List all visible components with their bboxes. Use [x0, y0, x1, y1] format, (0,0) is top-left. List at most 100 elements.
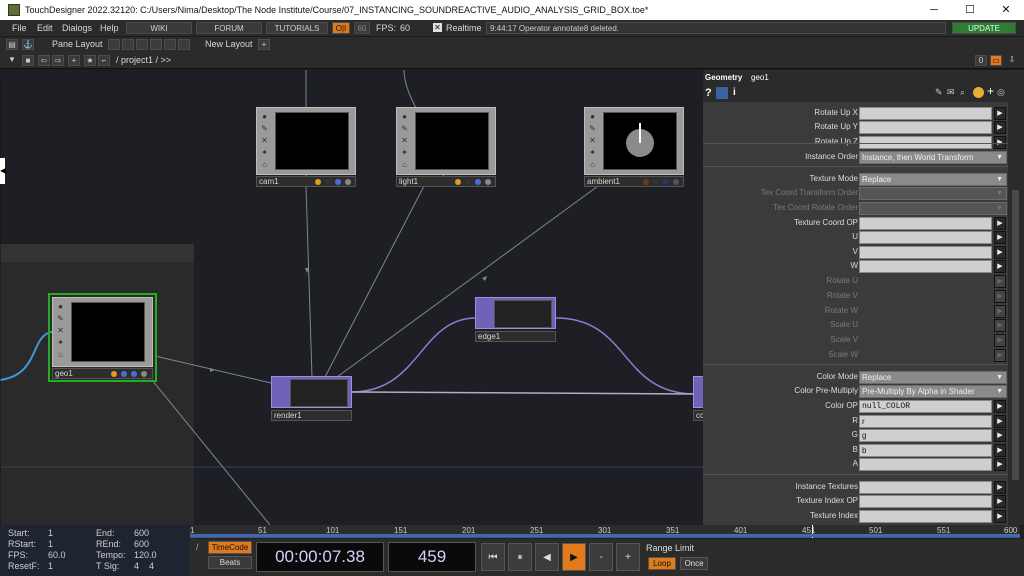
help-icon[interactable]: ?: [705, 87, 712, 99]
comp-node[interactable]: [693, 376, 703, 408]
param-arrow-icon[interactable]: ▶: [994, 121, 1006, 134]
layout-2-icon[interactable]: [122, 39, 134, 50]
clone-icon[interactable]: ✦: [588, 148, 597, 160]
param-arrow-icon[interactable]: ▶: [994, 415, 1006, 428]
flag-dot[interactable]: [345, 179, 351, 185]
fps-value[interactable]: 60.0: [48, 550, 66, 560]
new-layout-button[interactable]: +: [258, 39, 270, 50]
flag-dot[interactable]: [111, 371, 117, 377]
step-forward-button[interactable]: +: [616, 543, 640, 571]
viewer-icon[interactable]: ●: [260, 112, 269, 124]
param-field[interactable]: [859, 260, 992, 273]
geo-node[interactable]: ● ✎ ✕ ✦ ⌂: [52, 297, 153, 367]
light-label[interactable]: light1: [396, 176, 496, 187]
param-arrow-icon[interactable]: ▶: [994, 481, 1006, 494]
edit-icon[interactable]: ✎: [935, 87, 943, 98]
forward-icon[interactable]: ⇨: [52, 55, 64, 66]
flag-dot[interactable]: [475, 179, 481, 185]
tempo-value[interactable]: 120.0: [134, 550, 157, 560]
ambient-label[interactable]: ambient1: [584, 176, 684, 187]
comp-label[interactable]: co: [693, 410, 703, 421]
lock-icon[interactable]: ⌂: [588, 160, 597, 172]
param-field[interactable]: [859, 217, 992, 230]
param-arrow-icon[interactable]: ▶: [994, 400, 1006, 413]
viewer-icon[interactable]: ●: [56, 302, 65, 314]
fps-target[interactable]: 60: [354, 22, 370, 34]
add-icon[interactable]: +: [68, 55, 80, 66]
once-toggle[interactable]: Once: [680, 557, 708, 570]
geo-label[interactable]: geo1: [52, 368, 153, 379]
play-reverse-icon[interactable]: ◀: [535, 543, 559, 571]
param-menu[interactable]: Replace ▼: [859, 371, 1007, 384]
edit-icon[interactable]: ✎: [260, 124, 269, 136]
edit-icon[interactable]: ✎: [588, 124, 597, 136]
param-arrow-icon[interactable]: ▶: [994, 217, 1006, 230]
cam-label[interactable]: cam1: [256, 176, 356, 187]
back-icon[interactable]: ⇦: [38, 55, 50, 66]
viewer-icon[interactable]: ●: [400, 112, 409, 124]
param-menu[interactable]: Instance, then World Transform ▼: [859, 151, 1007, 164]
param-field[interactable]: null_COLOR: [859, 400, 992, 413]
right-scroll-strip[interactable]: [1008, 70, 1024, 525]
update-button[interactable]: UPDATE: [952, 22, 1016, 34]
edit-icon[interactable]: ✎: [400, 124, 409, 136]
render-node[interactable]: [271, 376, 352, 408]
lock-icon[interactable]: ⌂: [260, 160, 269, 172]
network-path[interactable]: / project1 / >>: [116, 55, 171, 65]
param-arrow-icon[interactable]: ▶: [994, 260, 1006, 273]
rstart-value[interactable]: 1: [48, 539, 53, 549]
timecode-display[interactable]: 00:00:07.38: [256, 542, 384, 572]
render-label[interactable]: render1: [271, 410, 352, 421]
stop-icon[interactable]: ■: [22, 55, 34, 66]
ambient-node[interactable]: ● ✎ ✕ ✦ ⌂: [584, 107, 684, 175]
lock-icon[interactable]: ⌂: [400, 160, 409, 172]
flag-dot[interactable]: [465, 179, 471, 185]
param-field[interactable]: [859, 231, 992, 244]
flag-dot[interactable]: [643, 179, 649, 185]
viewer-icon[interactable]: ●: [588, 112, 597, 124]
anchor-icon[interactable]: ⚓: [22, 39, 34, 50]
close-button[interactable]: ✕: [988, 0, 1024, 20]
pause-icon[interactable]: ⏸: [508, 543, 532, 571]
flag-dot[interactable]: [121, 371, 127, 377]
param-arrow-icon[interactable]: ▶: [994, 458, 1006, 471]
python-icon[interactable]: [973, 87, 984, 98]
tutorials-button[interactable]: TUTORIALS: [266, 22, 328, 34]
pin-icon[interactable]: ⌐: [98, 55, 110, 66]
param-menu[interactable]: Pre-Multiply By Alpha in Shader ▼: [859, 385, 1007, 398]
menu-help[interactable]: Help: [100, 23, 119, 33]
edit-icon[interactable]: ✎: [56, 314, 65, 326]
lock-icon[interactable]: ⌂: [56, 350, 65, 362]
param-arrow-icon[interactable]: ▶: [994, 495, 1006, 508]
param-field[interactable]: [859, 495, 992, 508]
comment-icon[interactable]: ✉: [947, 87, 955, 98]
info-icon[interactable]: i: [733, 87, 736, 98]
disk-icon[interactable]: ▤: [6, 39, 18, 50]
language-icon[interactable]: ⌕: [960, 87, 965, 98]
flag-dot[interactable]: [485, 179, 491, 185]
param-menu[interactable]: Replace ▼: [859, 173, 1007, 186]
step-back-button[interactable]: -: [589, 543, 613, 571]
bypass-icon[interactable]: ✕: [56, 326, 65, 338]
wiki-button[interactable]: WIKI: [126, 22, 192, 34]
flag-dot[interactable]: [315, 179, 321, 185]
start-value[interactable]: 1: [48, 528, 53, 538]
end-value[interactable]: 600: [134, 528, 149, 538]
flag-dot[interactable]: [141, 371, 147, 377]
param-field[interactable]: [859, 510, 992, 523]
forum-button[interactable]: FORUM: [196, 22, 262, 34]
timecode-toggle[interactable]: TimeCode: [208, 541, 252, 554]
param-arrow-icon[interactable]: ▶: [994, 510, 1006, 523]
play-icon[interactable]: ▶: [562, 543, 586, 571]
op-name[interactable]: geo1: [751, 73, 769, 82]
edge-node[interactable]: [475, 297, 556, 329]
layout-6-icon[interactable]: [178, 39, 190, 50]
param-arrow-icon[interactable]: ▶: [994, 231, 1006, 244]
param-field[interactable]: [859, 107, 992, 120]
gear-icon[interactable]: ◎: [997, 87, 1005, 98]
param-field[interactable]: b: [859, 444, 992, 457]
add-parameter-icon[interactable]: +: [987, 84, 994, 98]
flag-dot[interactable]: [673, 179, 679, 185]
rend-value[interactable]: 600: [134, 539, 149, 549]
chevron-down-icon[interactable]: ▼: [6, 55, 18, 66]
